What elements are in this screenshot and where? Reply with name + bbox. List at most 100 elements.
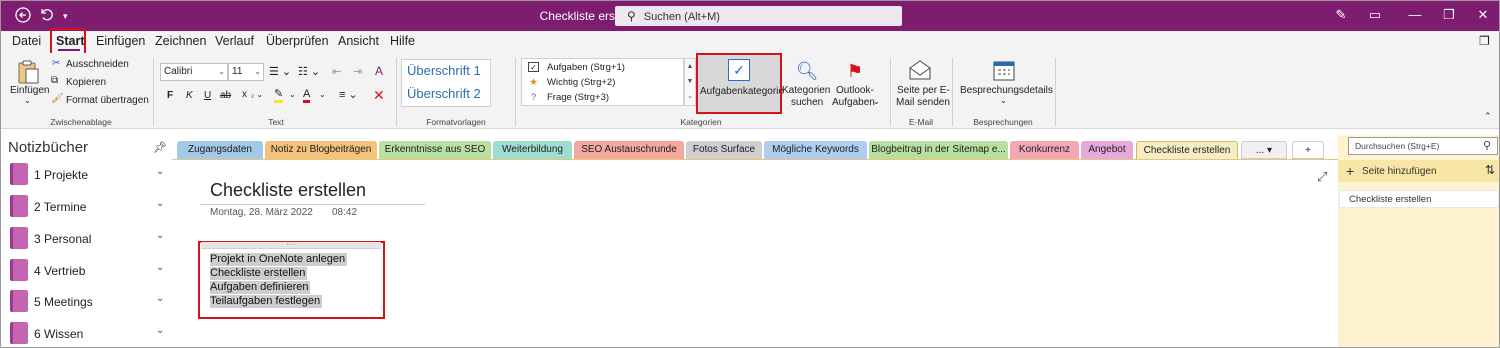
pin-icon[interactable]: 📌︎ — [153, 141, 167, 154]
increase-indent-icon[interactable]: ⇥ — [353, 65, 362, 78]
style-heading-2[interactable]: Überschrift 2 — [407, 86, 481, 101]
chevron-down-icon[interactable]: ⌄ — [156, 230, 164, 241]
paste-dropdown-icon[interactable]: ⌄ — [24, 96, 31, 105]
note-line[interactable]: Aufgaben definieren — [210, 281, 311, 294]
tag-aufgaben[interactable]: ✓ Aufgaben (Strg+1) — [528, 62, 625, 73]
section-tab[interactable]: Mögliche Keywords — [764, 141, 867, 159]
undo-icon[interactable] — [39, 7, 53, 25]
search-box[interactable]: ⚲ Suchen (Alt+M) — [615, 6, 902, 26]
minimize-icon[interactable]: — — [1405, 7, 1425, 22]
section-tab[interactable]: Erkenntnisse aus SEO — [379, 141, 491, 159]
bullets-icon[interactable]: ☰ ⌄ — [269, 65, 291, 78]
font-color-icon[interactable]: A — [303, 88, 311, 103]
subscript-button[interactable]: x — [242, 89, 247, 100]
outlook-tasks-line1[interactable]: Outlook- — [836, 85, 874, 96]
outlook-tasks-line2[interactable]: Aufgaben — [832, 97, 875, 108]
scroll-down-icon[interactable]: ▼ — [685, 74, 695, 89]
sort-icon[interactable]: ⇅ — [1485, 163, 1495, 177]
expand-gallery-icon[interactable]: ⌄ — [685, 89, 695, 104]
delete-format-icon[interactable]: ✕ — [373, 87, 385, 104]
pen-icon[interactable]: ✎ — [1331, 7, 1351, 23]
note-line[interactable]: Checkliste erstellen — [210, 267, 308, 280]
add-section-button[interactable]: + — [1292, 141, 1324, 159]
chevron-down-icon[interactable]: ⌄ — [156, 262, 164, 273]
chevron-down-icon[interactable]: ⌄ — [156, 293, 164, 304]
italic-button[interactable]: K — [186, 90, 193, 101]
scroll-up-icon[interactable]: ▲ — [685, 59, 695, 74]
underline-button[interactable]: U — [204, 90, 211, 101]
chevron-down-icon[interactable]: ⌄ — [156, 166, 164, 177]
section-tab-label: Erkenntnisse aus SEO — [384, 144, 486, 155]
ribbon-display-icon[interactable]: ▭ — [1365, 7, 1385, 23]
section-tab[interactable]: Angebot — [1081, 141, 1133, 159]
restore-icon[interactable]: ❐ — [1439, 7, 1459, 23]
highlighter-icon[interactable]: ✎ — [274, 88, 284, 103]
find-tags-line2[interactable]: suchen — [791, 97, 823, 108]
menu-hilfe[interactable]: Hilfe — [390, 34, 415, 48]
close-icon[interactable]: ✕ — [1473, 7, 1493, 23]
page-list-item[interactable]: Checkliste erstellen — [1339, 190, 1499, 208]
notebook-item[interactable]: 4 Vertrieb ⌄ — [1, 255, 172, 285]
menu-datei[interactable]: Datei — [12, 34, 41, 48]
section-tab[interactable]: Weiterbildung — [493, 141, 572, 159]
section-tab[interactable]: Konkurrenz — [1010, 141, 1079, 159]
numbering-icon[interactable]: ☷ ⌄ — [298, 65, 320, 78]
note-line[interactable]: Projekt in OneNote anlegen — [210, 253, 348, 266]
section-tabs-overflow[interactable]: ... ▾ — [1241, 141, 1287, 159]
panel-toggle-icon[interactable]: ❐ — [1479, 34, 1490, 48]
tag-frage[interactable]: ? Frage (Strg+3) — [528, 92, 609, 103]
decrease-indent-icon[interactable]: ⇤ — [332, 65, 341, 78]
section-tab[interactable]: Notiz zu Blogbeiträgen — [265, 141, 377, 159]
menu-verlauf[interactable]: Verlauf — [215, 34, 254, 48]
notebook-item[interactable]: 2 Termine ⌄ — [1, 191, 172, 221]
back-arrow-icon[interactable] — [15, 7, 31, 27]
format-painter-button[interactable]: Format übertragen — [66, 95, 149, 106]
meeting-details-dropdown-icon[interactable]: ⌄ — [1000, 96, 1007, 105]
section-tab-active[interactable]: Checkliste erstellen — [1136, 141, 1238, 160]
cut-button[interactable]: Ausschneiden — [66, 59, 129, 70]
menu-einfuegen[interactable]: Einfügen — [96, 34, 145, 48]
font-name-select[interactable]: Calibri ⌄ — [160, 63, 228, 81]
chevron-down-icon[interactable]: ⌄ — [156, 325, 164, 336]
menu-ansicht[interactable]: Ansicht — [338, 34, 379, 48]
menu-zeichnen[interactable]: Zeichnen — [155, 34, 206, 48]
notebooks-title[interactable]: Notizbücher — [8, 139, 88, 156]
font-size-select[interactable]: 11 ⌄ — [228, 63, 264, 81]
email-page-line1[interactable]: Seite per E- — [897, 85, 950, 96]
add-page-button[interactable]: + Seite hinzufügen ⇅ — [1338, 160, 1499, 182]
paste-label[interactable]: Einfügen — [10, 85, 49, 96]
outlook-tasks-dropdown-icon[interactable]: ⌄ — [873, 97, 880, 106]
email-page-line2[interactable]: Mail senden — [896, 97, 950, 108]
section-tab[interactable]: Fotos Surface — [686, 141, 762, 159]
paste-icon[interactable] — [15, 59, 41, 85]
subscript-dropdown-icon[interactable]: ₂ ⌄ — [251, 90, 263, 99]
section-tab[interactable]: Zugangsdaten — [177, 141, 263, 159]
section-tab[interactable]: Blogbeitrag in der Sitemap e... — [869, 141, 1008, 159]
bold-button[interactable]: F — [167, 90, 173, 101]
tags-gallery-scroll[interactable]: ▲ ▼ ⌄ — [684, 58, 696, 106]
notebook-item[interactable]: 5 Meetings ⌄ — [1, 286, 172, 316]
search-pages-input[interactable]: Durchsuchen (Strg+E) ⚲ — [1348, 137, 1498, 155]
collapse-ribbon-icon[interactable]: ⌃ — [1484, 111, 1492, 122]
notebook-item[interactable]: 1 Projekte ⌄ — [1, 159, 172, 189]
style-heading-1[interactable]: Überschrift 1 — [407, 63, 481, 78]
note-container-handle[interactable]: ···· — [201, 241, 381, 249]
align-icon[interactable]: ≡ ⌄ — [339, 88, 358, 101]
chevron-down-icon[interactable]: ⌄ — [156, 198, 164, 209]
tag-wichtig[interactable]: ★ Wichtig (Strg+2) — [528, 77, 615, 88]
customize-qat-icon[interactable]: ▾ — [63, 7, 68, 25]
copy-button[interactable]: Kopieren — [66, 77, 106, 88]
find-tags-line1[interactable]: Kategorien — [782, 85, 830, 96]
clear-format-icon[interactable]: A — [375, 64, 383, 78]
meeting-details-button[interactable]: Besprechungsdetails — [960, 85, 1053, 96]
notebook-item[interactable]: 3 Personal ⌄ — [1, 223, 172, 253]
menu-ueberpruefen[interactable]: Überprüfen — [266, 34, 329, 48]
highlighter-dropdown-icon[interactable]: ⌄ — [289, 90, 296, 99]
section-tab[interactable]: SEO Austauschrunde — [574, 141, 684, 159]
notebook-item[interactable]: 6 Wissen ⌄ — [1, 318, 172, 347]
page-title[interactable]: Checkliste erstellen — [210, 180, 366, 201]
fullscreen-icon[interactable]: ⤢ — [1317, 169, 1327, 185]
note-line[interactable]: Teilaufgaben festlegen — [210, 295, 323, 308]
font-color-dropdown-icon[interactable]: ⌄ — [319, 90, 326, 99]
strikethrough-button[interactable]: ab — [220, 90, 231, 101]
